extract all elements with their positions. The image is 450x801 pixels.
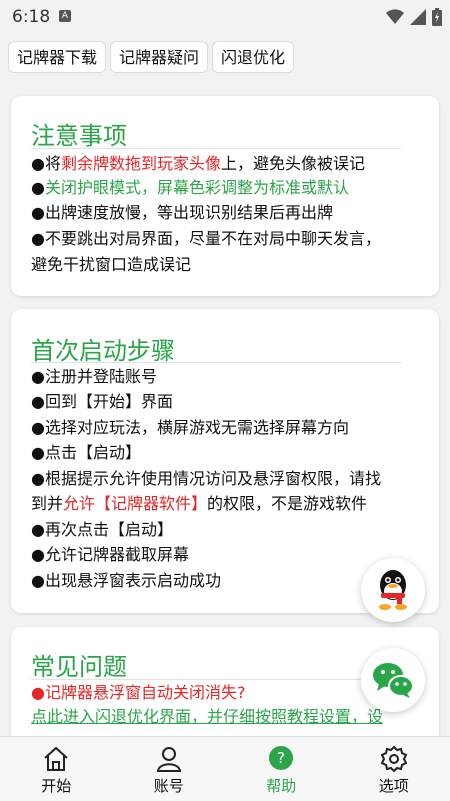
notice-line-2: ●关闭护眼模式，屏幕色彩调整为标准或默认 xyxy=(31,176,349,200)
step-1: ●注册并登陆账号 xyxy=(31,365,157,389)
top-tabs: 记牌器下载 记牌器疑问 闪退优化 xyxy=(8,41,294,73)
battery-icon xyxy=(432,8,442,26)
nav-account[interactable]: 账号 xyxy=(113,737,226,801)
step-6: ●再次点击【启动】 xyxy=(31,518,173,542)
faq-answer-link[interactable]: 点此进入闪退优化界面，并仔细按照教程设置，设 xyxy=(31,705,383,729)
wifi-icon xyxy=(386,9,404,25)
help-icon: ? xyxy=(268,745,294,771)
nav-start-label: 开始 xyxy=(0,775,113,796)
faq-divider xyxy=(31,679,401,680)
status-bar: 6:18 A xyxy=(0,0,450,34)
step-5a: ●根据提示允许使用情况访问及悬浮窗权限，请找 xyxy=(31,467,381,491)
wechat-contact-button[interactable] xyxy=(361,648,425,712)
notice-line-4a: ●不要跳出对局界面，尽量不在对局中聊天发言， xyxy=(31,227,381,251)
nav-options-label: 选项 xyxy=(338,775,450,796)
nav-account-label: 账号 xyxy=(113,775,226,796)
nav-help-label: 帮助 xyxy=(225,775,338,796)
notice-card: 注意事项 ●将剩余牌数拖到玩家头像上，避免头像被误记 ●关闭护眼模式，屏幕色彩调… xyxy=(11,96,439,296)
notice-title: 注意事项 xyxy=(31,116,127,151)
nav-help[interactable]: ? 帮助 xyxy=(225,737,338,801)
qq-icon xyxy=(373,567,413,613)
notice-line-1: ●将剩余牌数拖到玩家头像上，避免头像被误记 xyxy=(31,152,365,176)
status-icons xyxy=(386,7,442,27)
bottom-navigation: 开始 账号 ? 帮助 选项 xyxy=(0,736,450,801)
notice-line-4b: 避免干扰窗口造成误记 xyxy=(31,253,191,277)
settings-icon xyxy=(380,745,408,773)
svg-text:?: ? xyxy=(277,749,285,767)
tab-questions[interactable]: 记牌器疑问 xyxy=(110,41,208,73)
notification-icon: A xyxy=(59,10,71,22)
notice-line-3: ●出牌速度放慢，等出现识别结果后再出牌 xyxy=(31,201,333,225)
step-7: ●允许记牌器截取屏幕 xyxy=(31,543,189,567)
step-2: ●回到【开始】界面 xyxy=(31,390,173,414)
steps-title: 首次启动步骤 xyxy=(31,331,175,366)
step-4: ●点击【启动】 xyxy=(31,441,141,465)
wechat-icon xyxy=(371,660,415,700)
nav-options[interactable]: 选项 xyxy=(338,737,450,801)
home-icon xyxy=(42,745,70,773)
faq-title: 常见问题 xyxy=(31,647,127,682)
steps-divider xyxy=(31,362,401,363)
notice-divider xyxy=(31,148,401,149)
status-time: 6:18 xyxy=(12,7,50,27)
step-3: ●选择对应玩法，横屏游戏无需选择屏幕方向 xyxy=(31,416,349,440)
user-icon xyxy=(155,745,183,773)
nav-start[interactable]: 开始 xyxy=(0,737,113,801)
step-5b: 到并允许【记牌器软件】的权限，不是游戏软件 xyxy=(31,492,367,516)
step-8: ●出现悬浮窗表示启动成功 xyxy=(31,569,221,593)
faq-question-1: ●记牌器悬浮窗自动关闭消失? xyxy=(31,681,245,705)
qq-contact-button[interactable] xyxy=(361,558,425,622)
tab-download[interactable]: 记牌器下载 xyxy=(8,41,106,73)
tab-crash-optimize[interactable]: 闪退优化 xyxy=(212,41,294,73)
signal-icon xyxy=(410,9,426,25)
